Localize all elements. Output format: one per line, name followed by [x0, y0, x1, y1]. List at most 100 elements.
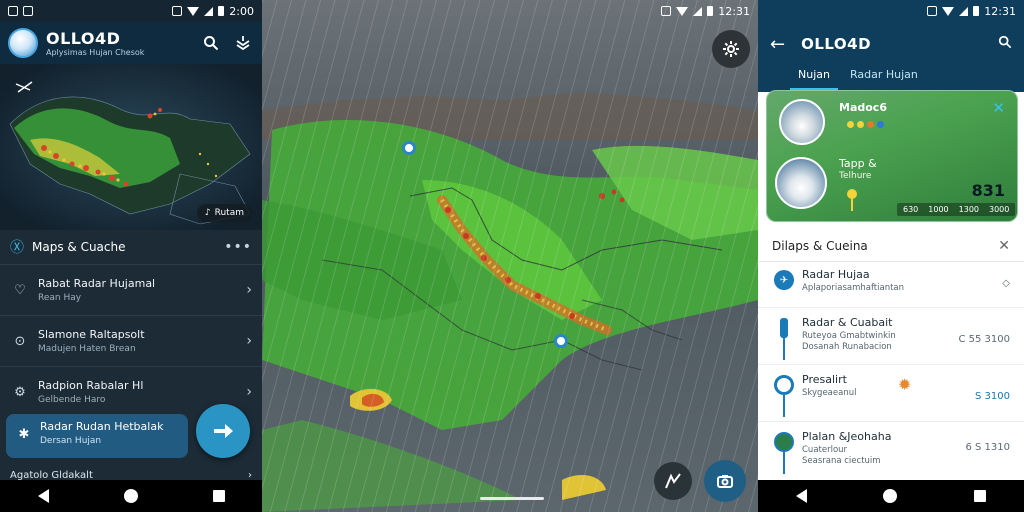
list-item[interactable]: ✈ Radar Hujaa Aplaporiasamhaftiantan ◇ — [758, 262, 1024, 308]
bar-icon — [780, 318, 788, 338]
right-phone-screen: 12:31 ← OLLO4D Nujan Radar Hujan Madoc6 … — [758, 0, 1024, 512]
list-item-value: C 55 3100 — [958, 334, 1010, 345]
location-marker[interactable] — [554, 334, 568, 348]
chevron-right-icon: › — [246, 384, 252, 400]
maps-icon: Ⓧ — [10, 240, 24, 256]
signal-icon — [204, 6, 214, 16]
card-subtitle-title: Tapp & — [839, 157, 877, 170]
system-nav-bar — [758, 480, 1024, 512]
list-item[interactable]: Radar & Cuabait Ruteyoa Gmabtwinkin Dosa… — [758, 310, 1024, 365]
camera-button[interactable] — [704, 460, 746, 502]
list-item-value: 6 S 1310 — [965, 442, 1010, 453]
close-icon[interactable]: ✕ — [992, 99, 1005, 117]
list-item-title: Radpion Rabalar Hl — [38, 379, 144, 392]
search-icon[interactable] — [200, 32, 222, 54]
lock-icon — [661, 6, 672, 16]
battery-icon — [973, 6, 980, 16]
map-chip-label: Rutam — [214, 208, 244, 218]
list-item-subtitle: Gelbende Haro — [38, 395, 106, 405]
location-marker[interactable] — [402, 141, 416, 155]
app-title: OLLO4D — [801, 35, 872, 53]
battery-icon — [707, 6, 714, 16]
middle-phone-screen: 12:31 — [262, 0, 758, 512]
image-icon — [23, 6, 33, 16]
list-item-title: Radar & Cuabait — [802, 316, 893, 329]
scale-label: 630 — [903, 205, 919, 214]
recents-icon[interactable] — [973, 490, 986, 502]
signal-icon — [693, 6, 703, 16]
system-nav-bar — [0, 480, 262, 512]
radar-map-preview[interactable]: ♪ Rutam — [0, 64, 262, 230]
app-header: OLLO4D Aplysimas Hujan Chesok — [0, 22, 262, 64]
list-item-title: Rabat Radar Hujamal — [38, 277, 156, 290]
recents-icon[interactable] — [212, 490, 225, 502]
location-pin-icon — [774, 375, 794, 395]
gear-icon — [723, 41, 739, 57]
home-icon[interactable] — [883, 489, 898, 503]
list-item-value: S 3100 — [975, 391, 1010, 402]
settings-button[interactable] — [712, 30, 750, 68]
map-layer-chip[interactable]: ♪ Rutam — [196, 204, 252, 222]
list-item[interactable]: Plalan &Jeohaha Cuaterlour Seasrana ciec… — [758, 424, 1024, 480]
cloud-icon — [775, 157, 827, 209]
lock-icon — [172, 6, 183, 16]
camera-icon — [717, 475, 733, 488]
back-arrow-icon[interactable]: ← — [770, 34, 785, 55]
list-header: Dilaps & Cueina ✕ — [758, 230, 1024, 262]
sheet-header: Ⓧ Maps & Cuache ••• — [0, 230, 262, 264]
list-item[interactable]: ♡ Rabat Radar Hujamal Rean Hay › — [0, 264, 262, 315]
chevron-right-icon: › — [246, 333, 252, 349]
back-icon[interactable] — [796, 489, 808, 503]
weather-card[interactable]: Madoc6 ✕ Tapp & Telhure 831 630 1000 130… — [766, 90, 1018, 222]
layers-icon[interactable] — [232, 32, 254, 54]
status-time: 2:00 — [229, 4, 254, 18]
list-item-subtitle: Rean Hay — [38, 293, 82, 303]
chevron-right-icon: › — [246, 282, 252, 298]
list-item-subtitle: Aplaporiasamhaftiantan — [802, 283, 905, 293]
list-item[interactable]: ⊙ Slamone Raltapsolt Madujen Haten Brean… — [0, 315, 262, 366]
tab-nujan[interactable]: Nujan — [790, 64, 838, 90]
close-icon[interactable]: ✕ — [998, 238, 1010, 254]
radar-icon: ♪ — [204, 208, 211, 218]
cloud-rain-icon — [779, 99, 825, 145]
left-phone-screen: 2:00 OLLO4D Aplysimas Hujan Chesok ♪ Rut… — [0, 0, 262, 512]
app-logo — [8, 28, 38, 58]
sun-icon: ✹ — [898, 375, 912, 394]
rain-overlay — [262, 0, 758, 512]
search-icon[interactable] — [998, 35, 1012, 53]
globe-icon — [774, 432, 794, 452]
slider-stem — [851, 197, 853, 211]
home-icon[interactable] — [123, 489, 138, 503]
diamond-icon: ◇ — [1002, 278, 1010, 289]
status-bar: 2:00 — [0, 0, 262, 22]
list-item-subtitle: Dersan Hujan — [40, 436, 102, 446]
map-layer-button[interactable] — [654, 462, 692, 500]
signal-icon — [959, 6, 969, 16]
more-options-icon[interactable]: ••• — [224, 239, 252, 255]
yellow-dot-icon — [847, 121, 854, 128]
scale-label: 3000 — [989, 205, 1010, 214]
status-bar: 12:31 — [262, 0, 758, 22]
map-pin-icon — [665, 473, 681, 489]
settings-icon: ⚙ — [14, 384, 26, 400]
tab-radar-hujan[interactable]: Radar Hujan — [850, 64, 918, 90]
radar-map[interactable] — [262, 0, 758, 512]
stem-line — [783, 395, 785, 417]
notification-icon — [8, 6, 18, 16]
navigate-fab-button[interactable] — [196, 404, 250, 458]
list-item[interactable]: Presalirt Skygeaeanul ✹ S 3100 — [758, 367, 1024, 422]
screens: 2:00 OLLO4D Aplysimas Hujan Chesok ♪ Rut… — [0, 0, 1024, 512]
lock-icon — [927, 6, 938, 16]
intensity-scale: 630 1000 1300 3000 — [897, 203, 1016, 216]
list-title: Dilaps & Cueina — [772, 238, 868, 253]
blue-dot-icon — [877, 121, 884, 128]
home-indicator[interactable] — [480, 497, 544, 500]
status-dots — [847, 121, 884, 128]
stem-line — [783, 338, 785, 360]
toolbar: ← OLLO4D — [758, 22, 1024, 66]
back-icon[interactable] — [37, 489, 49, 503]
wifi-icon — [187, 6, 200, 16]
list-item-selected[interactable]: ✱ Radar Rudan Hetbalak Dersan Hujan — [6, 414, 188, 458]
star-icon: ✱ — [18, 427, 30, 442]
status-time: 12:31 — [984, 4, 1016, 18]
